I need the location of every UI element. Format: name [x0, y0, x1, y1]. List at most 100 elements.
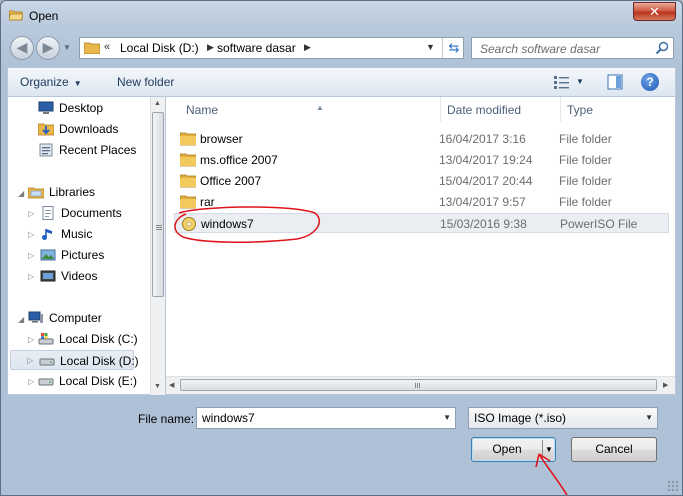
- scrollbar-thumb[interactable]: [152, 112, 164, 297]
- sidebar-item-label: Local Disk (D:): [60, 354, 139, 368]
- expand-triangle-icon[interactable]: ▷: [27, 351, 33, 371]
- expand-triangle-icon[interactable]: ▷: [28, 209, 34, 218]
- videos-icon: [40, 270, 56, 282]
- expand-triangle-icon[interactable]: ▷: [28, 335, 34, 344]
- recent-places-icon: [39, 143, 53, 157]
- forward-button[interactable]: ▶: [36, 36, 60, 60]
- views-dropdown[interactable]: ▼: [576, 77, 584, 86]
- file-row-office-2007[interactable]: Office 2007 15/04/2017 20:44 File folder: [174, 171, 669, 191]
- search-input[interactable]: Search software dasar: [480, 42, 600, 56]
- file-row-rar[interactable]: rar 13/04/2017 9:57 File folder: [174, 192, 669, 212]
- sidebar-item-label: Desktop: [59, 101, 104, 115]
- column-label: Name: [186, 103, 219, 117]
- new-folder-button[interactable]: New folder: [117, 75, 174, 89]
- close-button[interactable]: ✕: [633, 2, 676, 21]
- scroll-up-icon[interactable]: ▲: [154, 100, 161, 107]
- breadcrumb-arrow-icon[interactable]: ▶: [207, 42, 214, 53]
- refresh-button[interactable]: ⇆: [442, 38, 465, 58]
- open-dropdown-icon[interactable]: ▼: [545, 438, 553, 461]
- breadcrumb-software-dasar[interactable]: software dasar: [217, 41, 296, 55]
- arrow-left-icon: ◀: [16, 39, 28, 55]
- file-row-browser[interactable]: browser 16/04/2017 3:16 File folder: [174, 129, 669, 149]
- grip-icon: [415, 383, 421, 388]
- arrow-right-icon: ▶: [42, 39, 54, 55]
- file-type: PowerISO File: [560, 217, 638, 231]
- views-icon[interactable]: [553, 74, 571, 90]
- column-header-date[interactable]: Date modified: [441, 97, 561, 122]
- sort-ascending-icon: ▲: [316, 103, 324, 112]
- scroll-left-icon[interactable]: ◀: [169, 381, 174, 389]
- expand-triangle-icon[interactable]: ▷: [28, 377, 34, 386]
- pictures-icon: [40, 249, 56, 261]
- open-button[interactable]: Open ▼: [471, 437, 556, 462]
- organize-button[interactable]: Organize ▼: [20, 75, 82, 89]
- chevron-down-icon: ▼: [645, 413, 653, 422]
- drive-icon: [39, 358, 55, 366]
- file-row-ms-office-2007[interactable]: ms.office 2007 13/04/2017 19:24 File fol…: [174, 150, 669, 170]
- recent-locations-dropdown[interactable]: ▼: [63, 43, 71, 52]
- open-label: Open: [492, 442, 522, 456]
- file-date: 15/03/2016 9:38: [440, 217, 527, 231]
- computer-icon: [28, 311, 43, 323]
- open-dialog: Open ✕ ◀ ▶ ▼ « Local Disk (D:) ▶ softwar…: [0, 0, 683, 496]
- column-header-name[interactable]: Name ▲: [180, 97, 441, 122]
- close-icon: ✕: [649, 4, 660, 19]
- sidebar-item-label: Videos: [61, 269, 98, 283]
- file-name-input[interactable]: windows7 ▼: [196, 407, 456, 429]
- iso-disc-icon: [182, 217, 196, 231]
- breadcrumb-local-disk-d[interactable]: Local Disk (D:): [120, 41, 199, 55]
- sidebar-item-local-disk-d[interactable]: ▷ Local Disk (D:): [10, 350, 139, 371]
- sidebar-item-label: Pictures: [61, 248, 105, 262]
- file-list: Name ▲ Date modified Type browser 16/04/…: [165, 97, 676, 395]
- file-name: Office 2007: [200, 174, 262, 188]
- libraries-icon: [28, 187, 44, 199]
- file-date: 15/04/2017 20:44: [439, 174, 533, 188]
- file-row-windows7[interactable]: windows7 15/03/2016 9:38 PowerISO File: [174, 213, 669, 233]
- window-title: Open: [29, 9, 59, 23]
- search-icon: [655, 41, 669, 55]
- scroll-right-icon[interactable]: ▶: [663, 381, 668, 389]
- file-date: 13/04/2017 9:57: [439, 195, 526, 209]
- address-dropdown[interactable]: ▼: [426, 42, 435, 52]
- grip-icon: [156, 225, 162, 231]
- file-type: File folder: [559, 195, 612, 209]
- file-name-label: File name:: [138, 412, 195, 426]
- chevron-down-icon[interactable]: ▼: [443, 413, 451, 422]
- collapse-triangle-icon[interactable]: ◢: [18, 315, 24, 324]
- column-header-type[interactable]: Type: [561, 97, 675, 122]
- file-type-value: ISO Image (*.iso): [474, 411, 567, 425]
- help-icon[interactable]: ?: [641, 73, 659, 91]
- address-overflow[interactable]: «: [104, 41, 110, 53]
- preview-pane-icon[interactable]: [607, 74, 623, 90]
- sidebar-item-label: Downloads: [59, 122, 119, 136]
- scroll-down-icon[interactable]: ▼: [154, 383, 161, 390]
- scrollbar-thumb[interactable]: [180, 379, 657, 391]
- file-type: File folder: [559, 153, 612, 167]
- file-type: File folder: [559, 132, 612, 146]
- file-name: ms.office 2007: [200, 153, 278, 167]
- system-drive-icon: [38, 333, 54, 345]
- drive-icon: [38, 378, 54, 386]
- resize-grip-icon[interactable]: [667, 480, 679, 492]
- sidebar-item-label: Libraries: [49, 185, 96, 199]
- navigation-scrollbar[interactable]: ▲ ▼: [150, 97, 166, 395]
- address-bar[interactable]: « Local Disk (D:) ▶ software dasar ▶ ▼ ⇆: [79, 37, 464, 59]
- sidebar-item-label: Computer: [49, 311, 102, 325]
- search-box[interactable]: Search software dasar: [471, 37, 674, 59]
- file-type-select[interactable]: ISO Image (*.iso) ▼: [468, 407, 658, 429]
- sidebar-item-label: Recent Places: [59, 143, 137, 157]
- expand-triangle-icon[interactable]: ▷: [28, 272, 34, 281]
- expand-triangle-icon[interactable]: ▷: [28, 251, 34, 260]
- folder-icon: [180, 174, 196, 188]
- cancel-button[interactable]: Cancel: [571, 437, 657, 462]
- sidebar-item-label: Music: [61, 227, 93, 241]
- collapse-triangle-icon[interactable]: ◢: [18, 189, 24, 198]
- music-icon: [42, 229, 52, 240]
- horizontal-scrollbar[interactable]: ◀ ▶: [166, 376, 675, 394]
- sidebar-item-label: Documents: [61, 206, 122, 220]
- expand-triangle-icon[interactable]: ▷: [28, 230, 34, 239]
- folder-open-icon: [9, 10, 23, 21]
- back-button[interactable]: ◀: [10, 36, 34, 60]
- breadcrumb-arrow-icon[interactable]: ▶: [304, 42, 311, 53]
- sidebar-item-label: Local Disk (C:): [59, 332, 138, 346]
